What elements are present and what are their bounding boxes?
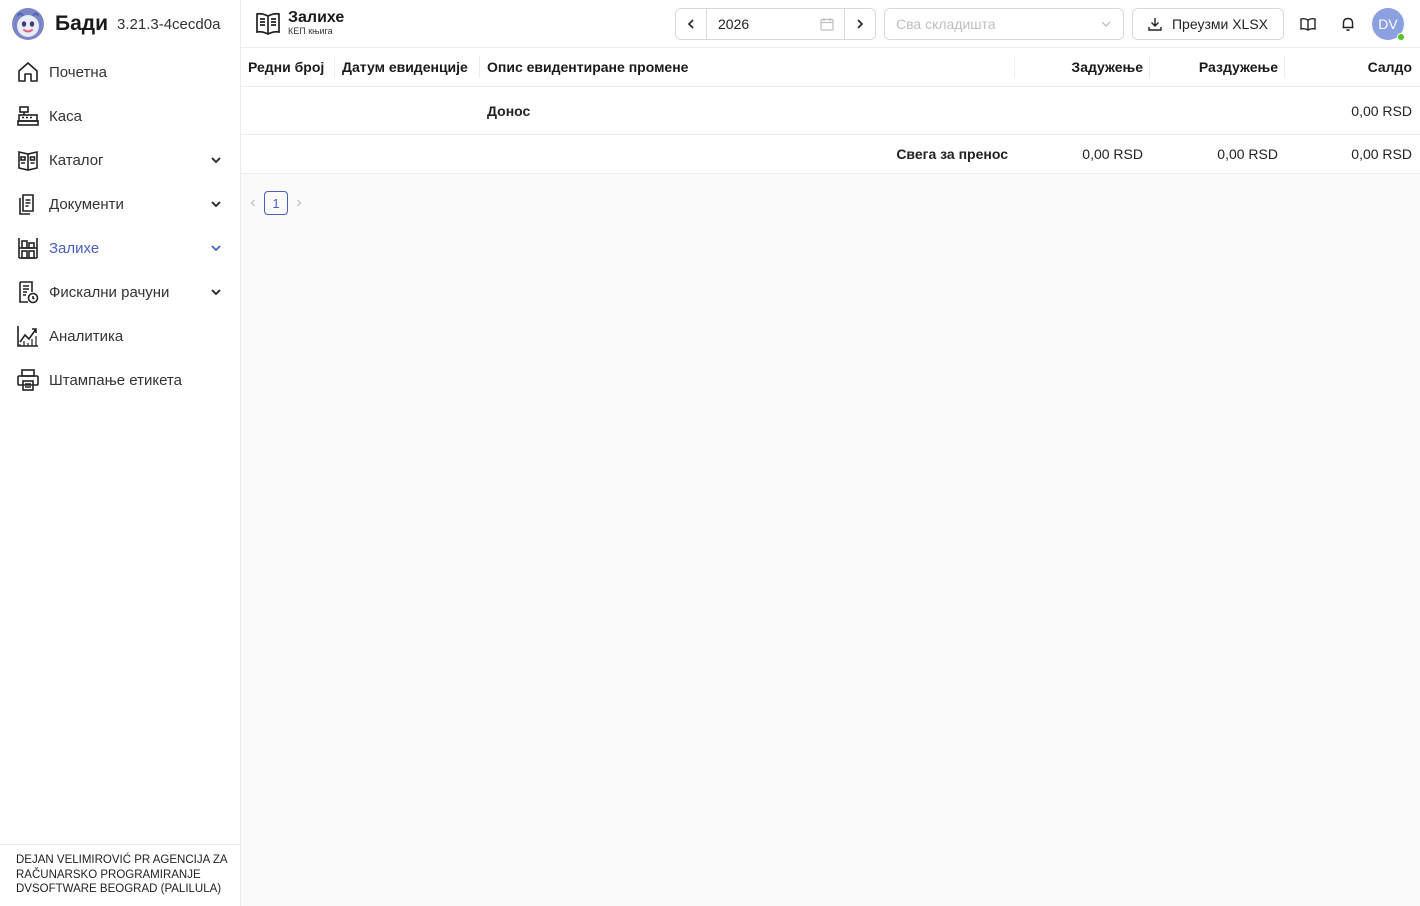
fiscal-receipt-icon (15, 279, 41, 305)
avatar-initials: DV (1378, 16, 1398, 32)
help-docs-button[interactable] (1296, 12, 1320, 36)
sidebar-item-inventory[interactable]: Залихе (0, 226, 240, 270)
calendar-icon (820, 18, 834, 31)
pagination: 1 (247, 191, 305, 215)
warehouse-select[interactable]: Сва складишта (884, 8, 1124, 40)
chevron-left-icon (250, 199, 255, 207)
chevron-right-icon (857, 19, 864, 29)
next-year-button[interactable] (844, 9, 875, 39)
catalog-icon (15, 147, 41, 173)
analytics-icon (15, 323, 41, 349)
column-header-balance[interactable]: Салдо (1285, 59, 1420, 75)
app-name: Бади (55, 12, 109, 35)
total-label: Свега за пренос (896, 146, 1008, 162)
sidebar-item-catalog[interactable]: Каталог (0, 138, 240, 182)
year-value: 2026 (718, 16, 750, 32)
chevron-right-icon (297, 199, 302, 207)
chevron-down-icon (211, 245, 221, 252)
year-input[interactable]: 2026 (707, 9, 844, 39)
bell-icon (1342, 17, 1354, 31)
kep-book-table: Редни број Датум евиденције Опис евидент… (241, 48, 1420, 174)
app-version: 3.21.3-4cecd0a (117, 15, 221, 33)
pagination-next-button[interactable] (293, 191, 305, 215)
sidebar-item-home[interactable]: Почетна (0, 50, 240, 94)
column-header-ordinal[interactable]: Редни број (241, 56, 335, 78)
chevron-down-icon (211, 157, 221, 164)
top-bar: Залихе КЕП књига 2026 Сва складишта Преу… (241, 0, 1420, 48)
table-row-carry-in: Донос 0,00 RSD (241, 87, 1420, 135)
table-row-total: Свега за пренос 0,00 RSD 0,00 RSD 0,00 R… (241, 135, 1420, 174)
sidebar-item-fiscal-receipts[interactable]: Фискални рачуни (0, 270, 240, 314)
total-credit: 0,00 RSD (1217, 146, 1278, 162)
download-icon (1148, 18, 1162, 31)
year-picker: 2026 (675, 8, 876, 40)
printer-icon (15, 367, 41, 393)
sidebar-nav: Почетна Каса Каталог Документи Залихе Фи… (0, 48, 240, 402)
book-open-icon (1300, 17, 1316, 31)
cash-register-icon (15, 103, 41, 129)
pagination-prev-button[interactable] (247, 191, 259, 215)
documents-icon (15, 191, 41, 217)
user-avatar[interactable]: DV (1372, 8, 1405, 41)
warehouse-select-placeholder: Сва складишта (896, 16, 996, 32)
chevron-down-icon (1101, 21, 1111, 27)
sidebar-item-label: Каталог (49, 151, 104, 169)
sidebar-item-label: Штампање етикета (49, 371, 182, 389)
page-title: Залихе КЕП књига (255, 10, 344, 36)
app-logo-icon (12, 8, 44, 40)
sidebar-item-documents[interactable]: Документи (0, 182, 240, 226)
download-xlsx-button[interactable]: Преузми XLSX (1132, 8, 1284, 40)
chevron-down-icon (211, 289, 221, 296)
brand[interactable]: Бади 3.21.3-4cecd0a (0, 0, 240, 48)
page-title-text: Залихе (288, 9, 345, 26)
chevron-left-icon (687, 19, 694, 29)
sidebar-item-analytics[interactable]: Аналитика (0, 314, 240, 358)
pagination-page[interactable]: 1 (264, 191, 288, 215)
page-subtitle: КЕП књига (288, 26, 333, 36)
sidebar-item-label-printing[interactable]: Штампање етикета (0, 358, 240, 402)
sidebar: Бади 3.21.3-4cecd0a Почетна Каса Каталог (0, 0, 241, 906)
sidebar-item-label: Документи (49, 195, 124, 213)
home-icon (15, 59, 41, 85)
previous-year-button[interactable] (676, 9, 707, 39)
warehouse-icon (15, 235, 41, 261)
sidebar-item-label: Почетна (49, 63, 107, 81)
sidebar-item-label: Каса (49, 107, 82, 125)
column-header-credit[interactable]: Раздужење (1150, 56, 1285, 78)
carry-in-description: Донос (487, 102, 531, 119)
column-header-record-date[interactable]: Датум евиденције (335, 56, 480, 78)
sidebar-item-label: Залихе (49, 239, 100, 257)
total-debit: 0,00 RSD (1082, 146, 1143, 162)
online-status-indicator (1397, 33, 1405, 41)
column-header-description[interactable]: Опис евидентиране промене (480, 56, 1015, 78)
column-header-debit[interactable]: Задужење (1015, 56, 1150, 78)
download-xlsx-label: Преузми XLSX (1171, 16, 1269, 32)
company-name: DEJAN VELIMIROVIĆ PR AGENCIJA ZA RAČUNAR… (0, 844, 240, 906)
notifications-button[interactable] (1336, 12, 1360, 36)
sidebar-item-cash-register[interactable]: Каса (0, 94, 240, 138)
book-icon (256, 12, 280, 35)
carry-in-balance: 0,00 RSD (1351, 102, 1412, 119)
total-balance: 0,00 RSD (1351, 146, 1412, 162)
sidebar-item-label: Фискални рачуни (49, 283, 170, 301)
table-header-row: Редни број Датум евиденције Опис евидент… (241, 48, 1420, 87)
sidebar-item-label: Аналитика (49, 327, 124, 345)
chevron-down-icon (211, 201, 221, 208)
